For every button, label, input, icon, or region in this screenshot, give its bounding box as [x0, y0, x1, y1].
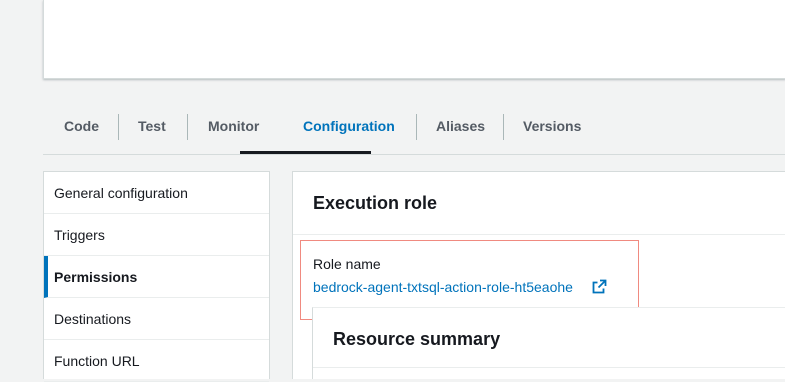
panel-header: Execution role: [293, 172, 785, 235]
tab-versions[interactable]: Versions: [523, 100, 581, 153]
tab-separator: [118, 114, 119, 140]
resource-summary-title: Resource summary: [333, 329, 501, 349]
resource-summary-header: Resource summary: [313, 308, 785, 368]
top-content-card: [43, 0, 785, 79]
tab-separator: [416, 114, 417, 140]
execution-role-title: Execution role: [313, 193, 438, 213]
tab-monitor[interactable]: Monitor: [208, 100, 259, 153]
active-tab-indicator: [240, 151, 371, 154]
nav-item-general-configuration[interactable]: General configuration: [44, 172, 269, 214]
tab-separator: [503, 114, 504, 140]
tab-test[interactable]: Test: [138, 100, 166, 153]
nav-item-triggers[interactable]: Triggers: [44, 214, 269, 256]
tab-aliases[interactable]: Aliases: [436, 100, 485, 153]
function-tabs: Code Test Monitor Configuration Aliases …: [43, 100, 785, 155]
tab-separator: [187, 114, 188, 140]
tab-configuration[interactable]: Configuration: [303, 100, 395, 153]
nav-item-permissions[interactable]: Permissions: [44, 256, 269, 298]
nav-item-function-url[interactable]: Function URL: [44, 340, 269, 382]
nav-item-destinations[interactable]: Destinations: [44, 298, 269, 340]
resource-summary-card: Resource summary: [312, 307, 785, 379]
configuration-side-nav: General configuration Triggers Permissio…: [43, 171, 270, 382]
tab-code[interactable]: Code: [64, 100, 99, 153]
